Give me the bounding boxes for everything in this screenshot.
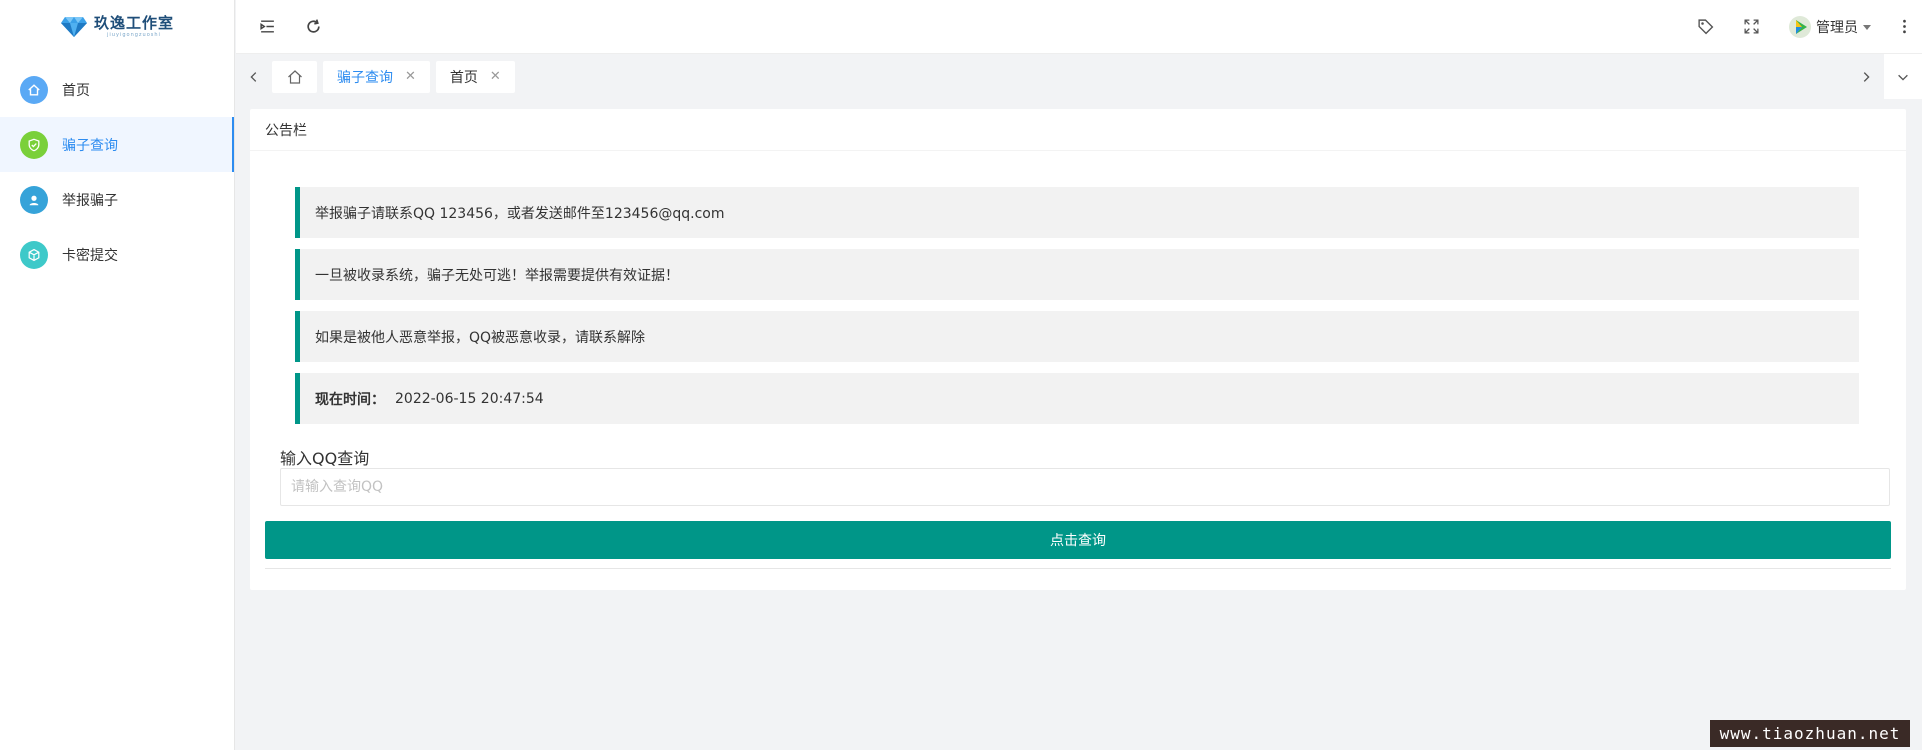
diamond-logo-icon — [60, 17, 87, 37]
fullscreen-icon — [1743, 19, 1759, 34]
tab-scammer-query[interactable]: 骗子查询 ✕ — [323, 60, 430, 93]
tag-icon — [1697, 19, 1713, 35]
shield-check-icon — [20, 130, 48, 159]
notice-item: 一旦被收录系统，骗子无处可逃！举报需要提供有效证据！ — [295, 249, 1859, 300]
sidebar-item-home[interactable]: 首页 — [0, 62, 234, 117]
home-outline-icon — [287, 69, 302, 84]
notice-item: 举报骗子请联系QQ 123456，或者发送邮件至123456@qq.com — [295, 187, 1859, 238]
collapse-menu-button[interactable] — [244, 0, 290, 54]
tab-label: 首页 — [449, 69, 478, 86]
more-options-button[interactable] — [1886, 0, 1922, 54]
notice-card: 公告栏 举报骗子请联系QQ 123456，或者发送邮件至123456@qq.co… — [250, 109, 1906, 590]
sidebar-item-label: 卡密提交 — [62, 247, 118, 264]
sidebar-item-label: 骗子查询 — [62, 137, 118, 154]
top-header: 管理员 — [236, 0, 1922, 54]
close-icon[interactable]: ✕ — [405, 70, 416, 83]
card-title: 公告栏 — [250, 109, 1906, 151]
brand-logo[interactable]: 玖逸工作室 jiuyigongzuoshi — [0, 0, 234, 54]
user-name: 管理员 — [1816, 19, 1858, 36]
tab-home-icon-tab[interactable] — [272, 60, 317, 93]
chevron-left-icon — [250, 71, 257, 82]
cube-icon — [20, 240, 48, 269]
card-divider — [265, 568, 1891, 569]
current-time-value: 2022-06-15 20:47:54 — [395, 390, 544, 407]
sidebar-item-card-submit[interactable]: 卡密提交 — [0, 227, 234, 282]
notice-text: 举报骗子请联系QQ 123456，或者发送邮件至123456@qq.com — [315, 205, 725, 222]
refresh-icon — [306, 19, 320, 33]
sidebar-item-label: 首页 — [62, 82, 90, 99]
tab-label: 骗子查询 — [337, 69, 393, 86]
chevron-right-icon — [1863, 71, 1870, 82]
more-vertical-icon — [1902, 19, 1906, 34]
current-time-notice: 现在时间： 2022-06-15 20:47:54 — [295, 373, 1859, 424]
notice-list: 举报骗子请联系QQ 123456，或者发送邮件至123456@qq.com 一旦… — [295, 187, 1859, 435]
notice-text: 如果是被他人恶意举报，QQ被恶意收录，请联系解除 — [315, 329, 646, 346]
watermark: www.tiaozhuan.net — [1710, 720, 1910, 747]
tabs-controls — [1848, 54, 1922, 99]
sidebar-item-label: 举报骗子 — [62, 192, 118, 209]
indent-icon — [259, 20, 274, 33]
qq-query-input[interactable] — [280, 468, 1890, 506]
tab-home[interactable]: 首页 ✕ — [435, 60, 515, 93]
theme-button[interactable] — [1682, 0, 1728, 54]
chevron-down-icon — [1863, 24, 1871, 30]
sidebar-item-scammer-query[interactable]: 骗子查询 — [0, 117, 234, 172]
query-button[interactable]: 点击查询 — [265, 521, 1891, 559]
sidebar-item-report-scammer[interactable]: 举报骗子 — [0, 172, 234, 227]
tabs-scroll-right-button[interactable] — [1848, 54, 1884, 99]
sidebar: 玖逸工作室 jiuyigongzuoshi 首页 骗子查询 举报骗子 卡密提交 — [0, 0, 235, 750]
notice-item: 如果是被他人恶意举报，QQ被恶意收录，请联系解除 — [295, 311, 1859, 362]
header-actions: 管理员 — [1682, 0, 1922, 54]
current-time-label: 现在时间： — [315, 391, 385, 408]
notice-text: 一旦被收录系统，骗子无处可逃！举报需要提供有效证据！ — [315, 267, 679, 284]
qq-query-label: 输入QQ查询 — [280, 449, 370, 468]
sidebar-menu: 首页 骗子查询 举报骗子 卡密提交 — [0, 62, 234, 282]
home-icon — [20, 75, 48, 104]
app-root: 玖逸工作室 jiuyigongzuoshi 首页 骗子查询 举报骗子 卡密提交 … — [0, 0, 1922, 750]
tabs-scroll-left-button[interactable] — [236, 54, 272, 99]
fullscreen-button[interactable] — [1728, 0, 1774, 54]
brand-title: 玖逸工作室 — [93, 14, 174, 32]
brand-text: 玖逸工作室 jiuyigongzuoshi — [94, 16, 174, 38]
tabs-bar: 骗子查询 ✕ 首页 ✕ — [236, 54, 1922, 99]
close-icon[interactable]: ✕ — [490, 70, 501, 83]
tabs-dropdown-button[interactable] — [1884, 54, 1922, 99]
refresh-button[interactable] — [290, 0, 336, 54]
user-menu[interactable]: 管理员 — [1774, 0, 1886, 54]
brand-subtitle: jiuyigongzuoshi — [107, 32, 161, 38]
avatar — [1789, 15, 1811, 38]
chevron-down-icon — [1898, 74, 1908, 81]
user-report-icon — [20, 185, 48, 214]
